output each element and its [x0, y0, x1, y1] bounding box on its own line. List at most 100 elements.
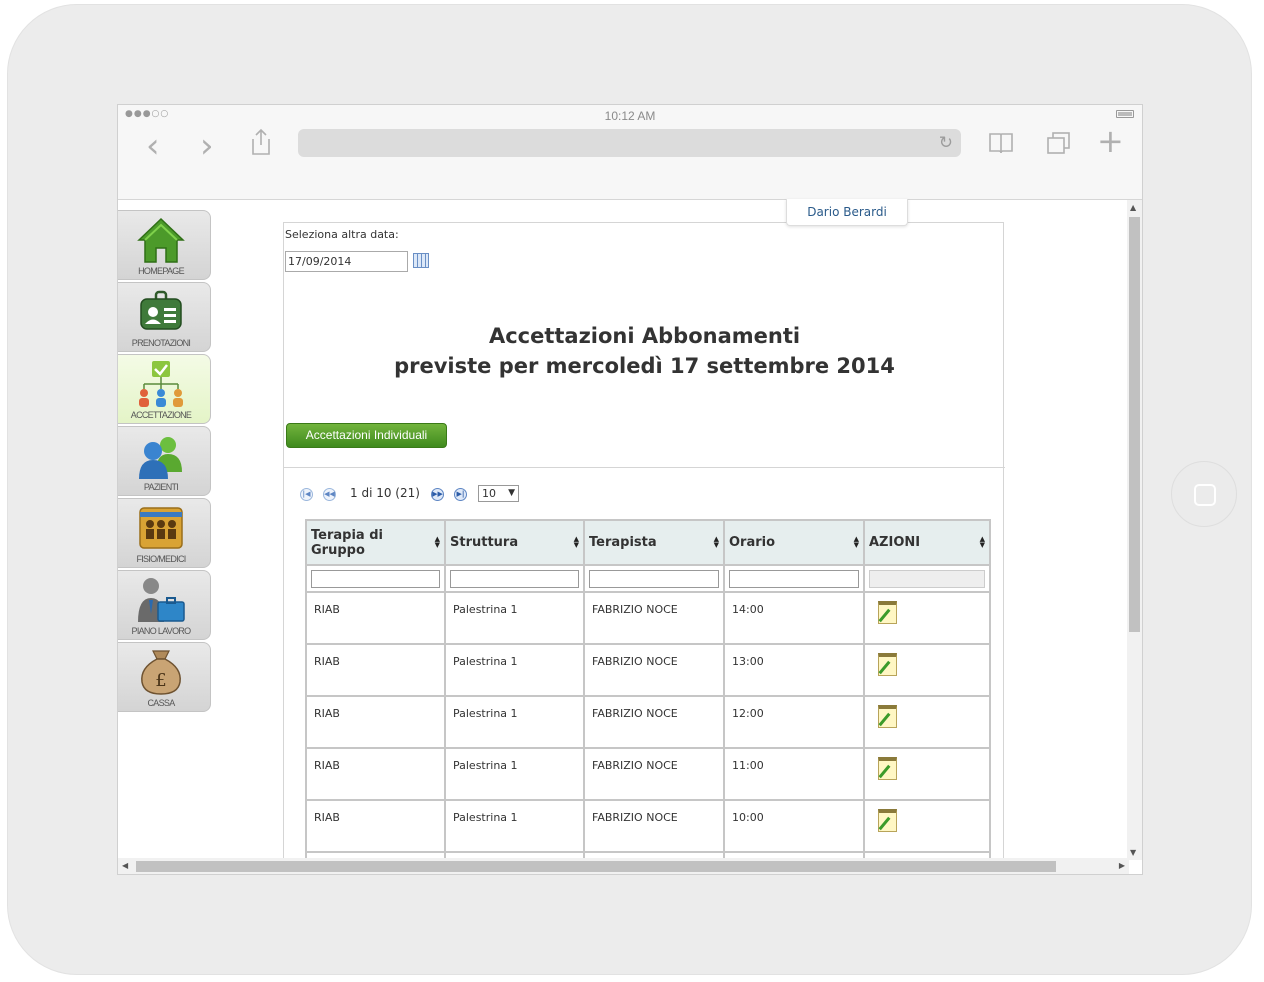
status-bar: ●●●○○ 10:12 AM — [118, 105, 1142, 125]
edit-icon[interactable] — [878, 601, 897, 624]
edit-icon[interactable] — [878, 809, 897, 832]
address-bar[interactable]: ↻ — [298, 129, 961, 157]
cell-terapia: RIAB — [305, 747, 446, 801]
first-page-icon[interactable]: |◀ — [300, 488, 313, 501]
cell-struttura: Palestrina 1 — [444, 643, 585, 697]
org-chart-icon — [139, 361, 183, 407]
cell-terapista: FABRIZIO NOCE — [583, 643, 725, 697]
sidebar: HOMEPAGE PRENOTAZIONI ACCETTAZIONE PAZIE… — [118, 210, 211, 714]
house-icon — [137, 217, 185, 263]
cell-terapia: RIAB — [305, 799, 446, 853]
horizontal-scrollbar[interactable]: ◀ ▶ — [118, 858, 1129, 874]
horizontal-scroll-thumb[interactable] — [136, 861, 1056, 872]
cell-struttura: Palestrina 1 — [444, 591, 585, 645]
tabs-icon[interactable] — [1046, 131, 1072, 155]
date-selector-label: Seleziona altra data: — [285, 228, 399, 241]
table-row: RIAB Palestrina 1 FABRIZIO NOCE 12:00 — [305, 695, 991, 749]
column-header-orario[interactable]: Orario ▲ ▼ — [723, 519, 865, 566]
sidebar-item-pazienti[interactable]: PAZIENTI — [118, 426, 211, 496]
scroll-left-icon[interactable]: ◀ — [122, 861, 128, 870]
calendar-icon[interactable] — [413, 253, 429, 268]
column-header-terapia[interactable]: Terapia di Gruppo ▲ ▼ — [305, 519, 446, 566]
next-page-icon[interactable]: ▶▶ — [431, 488, 444, 501]
cell-orario: 14:00 — [723, 591, 865, 645]
share-icon[interactable] — [250, 128, 272, 156]
home-button[interactable] — [1171, 461, 1237, 527]
vertical-scroll-thumb[interactable] — [1129, 217, 1140, 632]
cell-terapista: FABRIZIO NOCE — [583, 747, 725, 801]
cell-orario: 12:00 — [723, 695, 865, 749]
sidebar-item-label: PIANO LAVORO — [131, 626, 192, 636]
cell-orario: 11:00 — [723, 747, 865, 801]
edit-icon[interactable] — [878, 653, 897, 676]
bookmarks-icon[interactable] — [988, 132, 1014, 154]
new-tab-icon[interactable]: + — [1097, 125, 1124, 157]
browser-toolbar: ‹ › ↻ + — [118, 125, 1142, 200]
sidebar-item-label: ACCETTAZIONE — [130, 410, 192, 420]
sidebar-item-homepage[interactable]: HOMEPAGE — [118, 210, 211, 280]
status-clock: 10:12 AM — [604, 109, 656, 123]
scroll-up-icon[interactable]: ▲ — [1130, 203, 1136, 212]
sidebar-item-label: FISIO/MEDICI — [136, 554, 186, 564]
money-bag-icon: £ — [141, 650, 181, 695]
sidebar-item-prenotazioni[interactable]: PRENOTAZIONI — [118, 282, 211, 352]
cell-azioni — [863, 747, 991, 801]
home-square-icon — [1194, 484, 1216, 506]
page-title-line1: Accettazioni Abbonamenti — [488, 324, 801, 348]
column-header-terapista[interactable]: Terapista ▲ ▼ — [583, 519, 725, 566]
reload-icon[interactable]: ↻ — [939, 133, 953, 153]
edit-icon[interactable] — [878, 705, 897, 728]
vertical-scrollbar[interactable]: ▲ ▼ — [1127, 200, 1142, 860]
accettazioni-individuali-button[interactable]: Accettazioni Individuali — [286, 423, 447, 448]
column-header-struttura[interactable]: Struttura ▲ ▼ — [444, 519, 585, 566]
cell-struttura: Palestrina 1 — [444, 695, 585, 749]
sidebar-item-cassa[interactable]: £ CASSA — [118, 642, 211, 712]
last-page-icon[interactable]: ▶| — [454, 488, 467, 501]
cell-struttura: Palestrina 1 — [444, 799, 585, 853]
sidebar-item-label: CASSA — [147, 698, 175, 708]
people-icon — [139, 437, 182, 479]
column-header-azioni[interactable]: AZIONI ▲ ▼ — [863, 519, 991, 566]
sidebar-item-accettazione[interactable]: ACCETTAZIONE — [118, 354, 211, 424]
table-row: RIAB Palestrina 1 FABRIZIO NOCE 11:00 — [305, 747, 991, 801]
page-size-select[interactable]: 10 ▼ — [478, 485, 519, 502]
table-row: RIAB Palestrina 1 FABRIZIO NOCE 13:00 — [305, 643, 991, 697]
table-row: RIAB Palestrina 1 FABRIZIO NOCE 10:00 — [305, 799, 991, 853]
prev-page-icon[interactable]: ◀◀ — [323, 488, 336, 501]
divider — [284, 467, 1005, 468]
filter-orario-input[interactable] — [729, 569, 859, 588]
date-input[interactable] — [285, 251, 408, 272]
sort-icon: ▲ ▼ — [434, 535, 440, 549]
filter-azioni-input — [869, 569, 985, 588]
cell-orario: 10:00 — [723, 799, 865, 853]
sort-icon: ▲ ▼ — [713, 535, 719, 549]
cell-terapista: FABRIZIO NOCE — [583, 591, 725, 645]
sidebar-item-piano-lavoro[interactable]: PIANO LAVORO — [118, 570, 211, 640]
cell-terapista: FABRIZIO NOCE — [583, 695, 725, 749]
user-menu[interactable]: Dario Berardi — [786, 199, 908, 226]
filter-terapia-input[interactable] — [311, 569, 440, 588]
main-content: Seleziona altra data: Accettazioni Abbon… — [283, 222, 1005, 874]
badge-icon — [140, 290, 182, 330]
sidebar-item-fisio-medici[interactable]: FISIO/MEDICI — [118, 498, 211, 568]
pagination-text: 1 di 10 (21) — [350, 486, 420, 500]
edit-icon[interactable] — [878, 757, 897, 780]
table-row: RIAB Palestrina 1 FABRIZIO NOCE 14:00 — [305, 591, 991, 645]
cell-azioni — [863, 695, 991, 749]
cell-terapia: RIAB — [305, 695, 446, 749]
filter-struttura-input[interactable] — [450, 569, 579, 588]
svg-text:£: £ — [155, 670, 166, 691]
cell-struttura: Palestrina 1 — [444, 747, 585, 801]
cell-terapia: RIAB — [305, 591, 446, 645]
cell-terapia: RIAB — [305, 643, 446, 697]
cell-azioni — [863, 591, 991, 645]
cell-orario: 13:00 — [723, 643, 865, 697]
scroll-down-icon[interactable]: ▼ — [1130, 848, 1136, 857]
scroll-right-icon[interactable]: ▶ — [1119, 861, 1125, 870]
forward-icon[interactable]: › — [200, 129, 214, 163]
back-icon[interactable]: ‹ — [146, 129, 160, 163]
results-table: Terapia di Gruppo ▲ ▼ Struttura ▲ ▼ Terapist… — [305, 519, 991, 874]
filter-terapista-input[interactable] — [589, 569, 719, 588]
sidebar-item-label: PRENOTAZIONI — [131, 338, 191, 348]
sidebar-item-label: PAZIENTI — [143, 482, 179, 492]
